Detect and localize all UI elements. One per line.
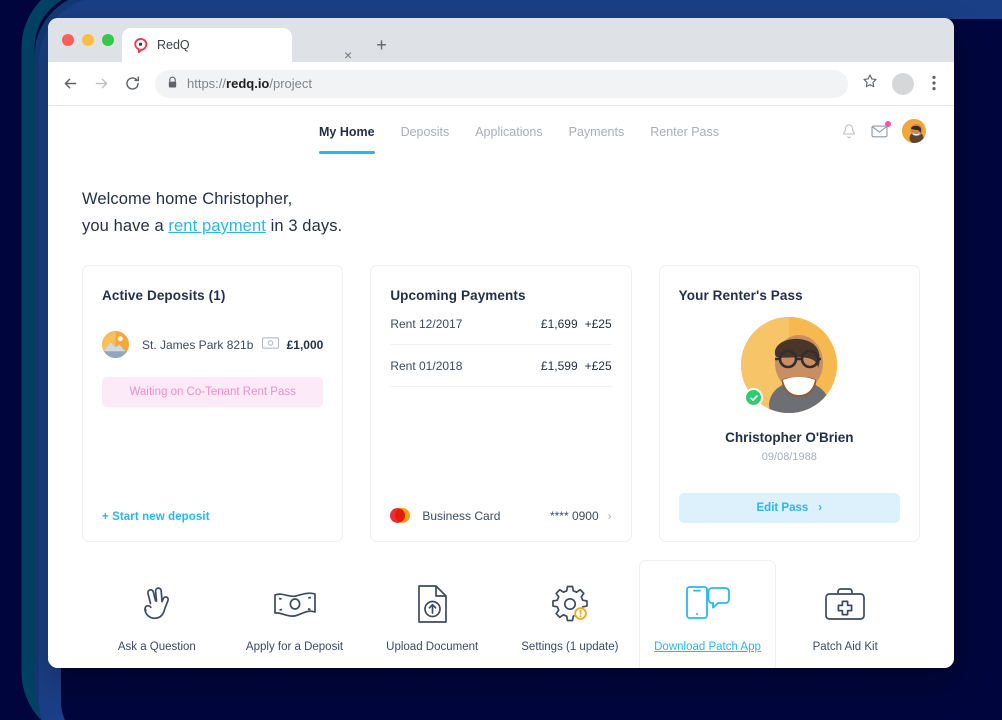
redq-logo-icon <box>132 37 148 53</box>
browser-tab[interactable]: RedQ <box>122 28 292 62</box>
card-title-deposits: Active Deposits (1) <box>102 288 226 304</box>
deposit-amount: £1,000 <box>261 337 324 352</box>
quick-actions: Ask a Question Apply for a Deposit Uploa… <box>82 560 920 668</box>
card-title-renters-pass: Your Renter's Pass <box>678 288 803 304</box>
deposit-amount-value: £1,000 <box>286 337 324 352</box>
window-controls[interactable] <box>62 34 114 46</box>
verified-check-icon <box>744 388 764 408</box>
nav-item-payments[interactable]: Payments <box>569 109 625 154</box>
action-apply-for-a-deposit[interactable]: Apply for a Deposit <box>226 560 364 668</box>
url-text: https://redq.io/project <box>187 76 313 91</box>
browser-window: RedQ × + https://redq.io/project My Home… <box>48 18 954 668</box>
page-content: Welcome home Christopher, you have a ren… <box>48 156 954 668</box>
back-arrow-icon[interactable] <box>62 75 79 92</box>
payment-amount-extra: +£25 <box>584 359 612 374</box>
payment-amount-value: £1,699 <box>540 317 578 332</box>
kebab-menu-icon[interactable] <box>928 75 940 92</box>
document-upload-icon <box>416 581 449 627</box>
action-download-patch-app[interactable]: Download Patch App <box>638 560 777 668</box>
action-ask-a-question[interactable]: Ask a Question <box>88 560 226 668</box>
payment-label: Rent 12/2017 <box>390 317 463 332</box>
property-thumbnail <box>102 331 129 359</box>
renters-pass-card: Your Renter's Pass Christopher O'Brien 0… <box>658 265 920 543</box>
banknote-icon <box>261 337 279 352</box>
deposit-row[interactable]: St. James Park 821b £1,000 <box>102 331 324 359</box>
browser-toolbar: https://redq.io/project <box>48 62 954 106</box>
payment-row[interactable]: Rent 12/2017 £1,699 +£25 <box>390 303 612 346</box>
envelope-icon[interactable] <box>871 121 891 138</box>
tab-close-icon[interactable]: × <box>344 48 352 62</box>
rent-payment-link[interactable]: rent payment <box>168 217 266 235</box>
dashboard-cards: Active Deposits (1) St. James Park 821b <box>82 265 920 543</box>
address-bar[interactable]: https://redq.io/project <box>155 69 848 98</box>
welcome-line-2: you have a rent payment in 3 days. <box>82 213 920 240</box>
action-label: Upload Document <box>386 641 479 654</box>
first-aid-kit-icon <box>824 581 866 627</box>
action-patch-aid-kit[interactable]: Patch Aid Kit <box>776 560 914 668</box>
payment-amount-extra: +£25 <box>584 317 612 332</box>
maximize-window-button[interactable] <box>102 34 114 46</box>
welcome-suffix: in 3 days. <box>265 216 343 235</box>
payment-amount: £1,699 +£25 <box>541 317 612 331</box>
nav-item-applications[interactable]: Applications <box>475 109 542 154</box>
action-upload-document[interactable]: Upload Document <box>363 560 501 668</box>
browser-profile-avatar[interactable] <box>892 72 914 95</box>
action-label: Apply for a Deposit <box>245 641 344 654</box>
tab-title: RedQ <box>157 38 190 52</box>
card-title-payments: Upcoming Payments <box>390 288 526 304</box>
action-label: Ask a Question <box>117 641 196 654</box>
reload-icon[interactable] <box>124 75 141 92</box>
banknote-icon <box>273 581 317 627</box>
welcome-line-1: Welcome home Christopher, <box>82 190 293 208</box>
action-label: Download Patch App <box>654 641 761 654</box>
unread-badge <box>885 121 891 127</box>
renters-pass-avatar-wrap <box>741 317 838 414</box>
edit-pass-label: Edit Pass <box>756 502 809 515</box>
payment-card-number: **** 0900 › <box>550 509 612 523</box>
gear-alert-icon <box>549 581 591 627</box>
browser-tab-strip: RedQ × + <box>48 18 954 62</box>
minimize-window-button[interactable] <box>82 34 94 46</box>
payment-amount: £1,599 +£25 <box>541 359 612 373</box>
renters-pass-dob: 09/08/1988 <box>761 451 817 464</box>
action-label: Settings (1 update) <box>521 641 619 654</box>
payment-row[interactable]: Rent 01/2018 £1,599 +£25 <box>390 345 612 388</box>
lock-icon <box>167 76 178 92</box>
chevron-right-icon: › <box>818 502 823 515</box>
mobile-chat-icon <box>684 581 732 627</box>
action-label: Patch Aid Kit <box>812 641 878 654</box>
status-badge: Waiting on Co-Tenant Rent Pass <box>102 377 324 408</box>
property-name: St. James Park 821b <box>142 337 254 352</box>
nav-items: My Home Deposits Applications Payments R… <box>283 109 719 154</box>
nav-actions <box>841 119 926 143</box>
payment-amount-value: £1,599 <box>540 359 578 374</box>
chevron-right-icon[interactable]: › <box>608 509 612 523</box>
start-new-deposit-link[interactable]: + Start new deposit <box>102 511 323 523</box>
payment-card-number-value: **** 0900 <box>549 508 599 523</box>
nav-item-deposits[interactable]: Deposits <box>401 109 450 154</box>
mastercard-icon <box>390 508 411 524</box>
app-navigation: My Home Deposits Applications Payments R… <box>48 106 954 156</box>
new-tab-button[interactable]: + <box>376 36 387 54</box>
payment-card-name: Business Card <box>422 508 501 523</box>
payment-label: Rent 01/2018 <box>390 359 463 374</box>
renters-pass-body: Christopher O'Brien 09/08/1988 <box>679 317 900 463</box>
active-deposits-card: Active Deposits (1) St. James Park 821b <box>82 265 344 543</box>
upcoming-payments-card: Upcoming Payments Rent 12/2017 £1,699 +£2… <box>370 265 632 543</box>
nav-item-renter-pass[interactable]: Renter Pass <box>650 109 719 154</box>
user-avatar[interactable] <box>902 119 926 143</box>
forward-arrow-icon <box>93 75 110 92</box>
bell-icon[interactable] <box>841 123 857 140</box>
close-window-button[interactable] <box>62 34 74 46</box>
edit-pass-button[interactable]: Edit Pass › <box>678 493 900 524</box>
action-settings[interactable]: Settings (1 update) <box>501 560 639 668</box>
peace-hand-icon <box>139 581 175 627</box>
payment-method-row[interactable]: Business Card **** 0900 › <box>390 498 612 524</box>
welcome-heading: Welcome home Christopher, you have a ren… <box>82 186 920 239</box>
nav-item-my-home[interactable]: My Home <box>319 109 375 154</box>
welcome-prefix: you have a <box>82 216 169 235</box>
renters-pass-name: Christopher O'Brien <box>725 430 854 446</box>
star-icon[interactable] <box>862 73 878 94</box>
